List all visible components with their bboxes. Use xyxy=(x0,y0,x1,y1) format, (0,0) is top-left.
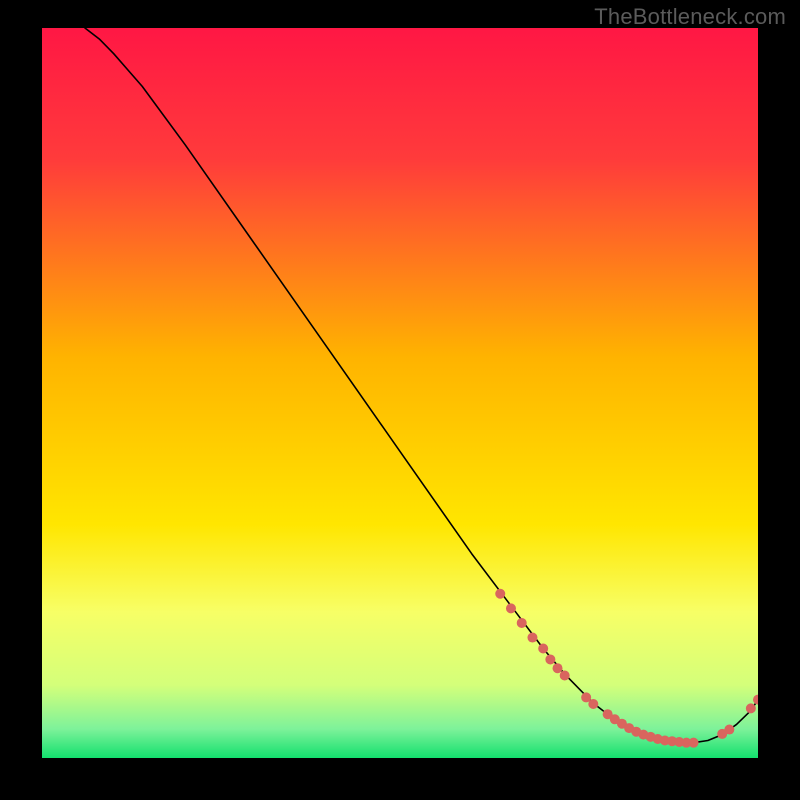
data-marker xyxy=(506,603,516,613)
data-marker xyxy=(689,738,699,748)
data-marker xyxy=(746,703,756,713)
chart-frame: TheBottleneck.com xyxy=(0,0,800,800)
gradient-background xyxy=(42,28,758,758)
data-marker xyxy=(517,618,527,628)
watermark-text: TheBottleneck.com xyxy=(594,4,786,30)
data-marker xyxy=(538,644,548,654)
data-marker xyxy=(527,633,537,643)
data-marker xyxy=(724,725,734,735)
data-marker xyxy=(560,671,570,681)
chart-svg xyxy=(42,28,758,758)
data-marker xyxy=(588,699,598,709)
plot-area xyxy=(42,28,758,758)
data-marker xyxy=(553,663,563,673)
data-marker xyxy=(545,654,555,664)
data-marker xyxy=(495,589,505,599)
